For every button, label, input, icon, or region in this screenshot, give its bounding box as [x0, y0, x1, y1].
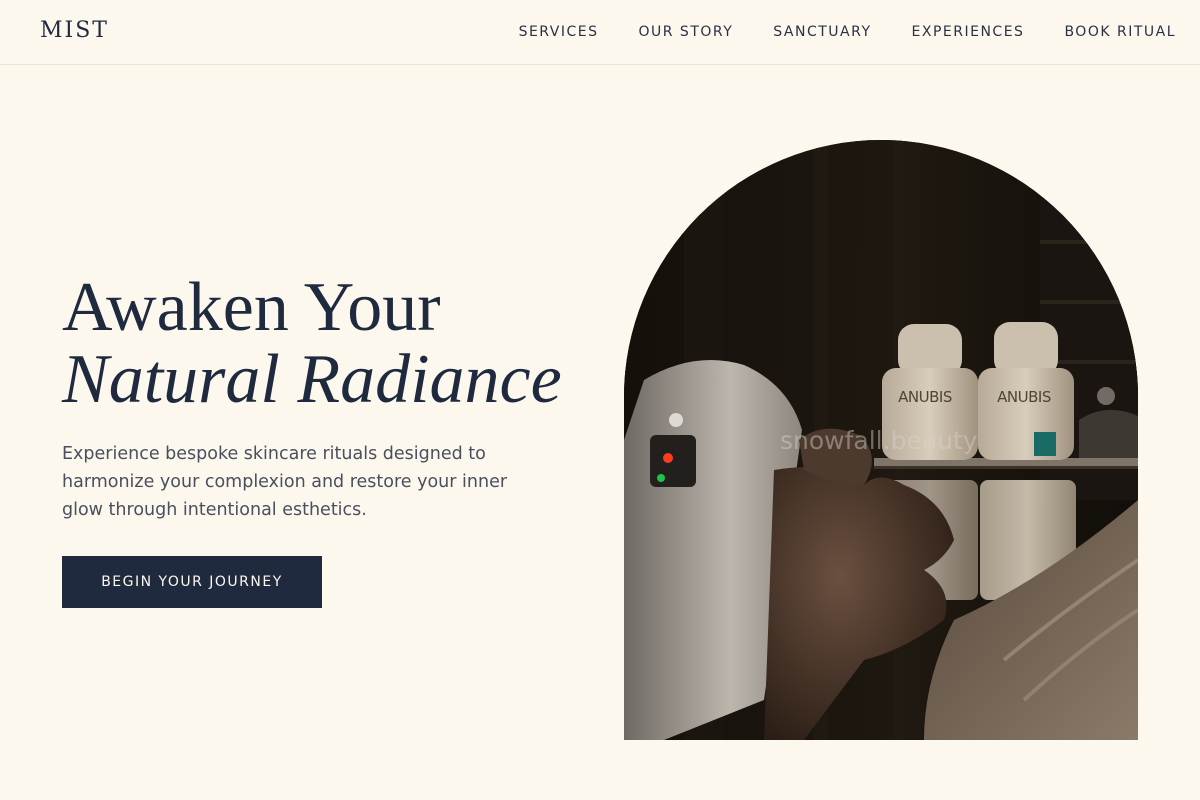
hero-title: Awaken Your Natural Radiance	[62, 272, 562, 416]
main-nav: SERVICES OUR STORY SANCTUARY EXPERIENCES…	[519, 24, 1176, 40]
hero-image: ANUBIS ANUBIS snowfall.beauty	[624, 140, 1138, 740]
bottle-label-2: ANUBIS	[997, 388, 1051, 406]
image-watermark: snowfall.beauty	[780, 426, 978, 455]
nav-item-sanctuary[interactable]: SANCTUARY	[773, 24, 871, 40]
hero-title-line1: Awaken Your	[62, 269, 441, 346]
hero-title-line2: Natural Radiance	[62, 341, 562, 418]
site-header: MIST SERVICES OUR STORY SANCTUARY EXPERI…	[0, 0, 1200, 65]
nav-item-our-story[interactable]: OUR STORY	[638, 24, 733, 40]
nav-item-book-ritual[interactable]: BOOK RITUAL	[1064, 24, 1176, 40]
nav-item-experiences[interactable]: EXPERIENCES	[912, 24, 1025, 40]
nav-item-services[interactable]: SERVICES	[519, 24, 599, 40]
bottle-label-1: ANUBIS	[898, 388, 952, 406]
hero-description: Experience bespoke skincare rituals desi…	[62, 444, 508, 520]
site-logo[interactable]: MIST	[40, 18, 109, 43]
begin-journey-button[interactable]: BEGIN YOUR JOURNEY	[62, 556, 322, 608]
